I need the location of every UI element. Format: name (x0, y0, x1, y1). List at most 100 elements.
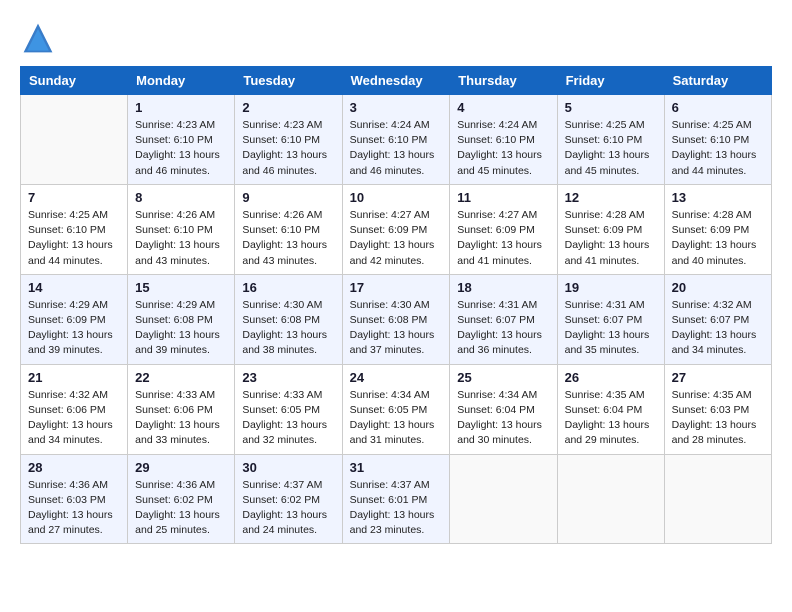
day-number: 4 (457, 100, 549, 115)
calendar-cell: 24 Sunrise: 4:34 AMSunset: 6:05 PMDayligh… (342, 364, 450, 454)
calendar-cell: 10 Sunrise: 4:27 AMSunset: 6:09 PMDayligh… (342, 184, 450, 274)
day-number: 1 (135, 100, 227, 115)
calendar-cell: 19 Sunrise: 4:31 AMSunset: 6:07 PMDayligh… (557, 274, 664, 364)
day-info: Sunrise: 4:27 AMSunset: 6:09 PMDaylight:… (350, 208, 443, 269)
day-number: 11 (457, 190, 549, 205)
day-number: 29 (135, 460, 227, 475)
calendar-cell (557, 454, 664, 544)
day-number: 15 (135, 280, 227, 295)
calendar-cell: 22 Sunrise: 4:33 AMSunset: 6:06 PMDayligh… (128, 364, 235, 454)
calendar-table: SundayMondayTuesdayWednesdayThursdayFrid… (20, 66, 772, 544)
calendar-cell: 2Sunrise: 4:23 AMSunset: 6:10 PMDaylight… (235, 95, 342, 185)
day-info: Sunrise: 4:33 AMSunset: 6:05 PMDaylight:… (242, 388, 334, 449)
day-info: Sunrise: 4:32 AMSunset: 6:07 PMDaylight:… (672, 298, 764, 359)
calendar-cell: 14 Sunrise: 4:29 AMSunset: 6:09 PMDayligh… (21, 274, 128, 364)
calendar-week-row: 1Sunrise: 4:23 AMSunset: 6:10 PMDaylight… (21, 95, 772, 185)
day-info: Sunrise: 4:24 AMSunset: 6:10 PMDaylight:… (457, 118, 549, 179)
day-info: Sunrise: 4:34 AMSunset: 6:05 PMDaylight:… (350, 388, 443, 449)
day-info: Sunrise: 4:29 AMSunset: 6:09 PMDaylight:… (28, 298, 120, 359)
day-info: Sunrise: 4:32 AMSunset: 6:06 PMDaylight:… (28, 388, 120, 449)
calendar-week-row: 21 Sunrise: 4:32 AMSunset: 6:06 PMDayligh… (21, 364, 772, 454)
day-number: 6 (672, 100, 764, 115)
calendar-cell (664, 454, 771, 544)
day-number: 5 (565, 100, 657, 115)
day-info: Sunrise: 4:25 AMSunset: 6:10 PMDaylight:… (28, 208, 120, 269)
calendar-cell: 1Sunrise: 4:23 AMSunset: 6:10 PMDaylight… (128, 95, 235, 185)
column-header-sunday: Sunday (21, 67, 128, 95)
calendar-cell: 16Sunrise: 4:30 AMSunset: 6:08 PMDayligh… (235, 274, 342, 364)
day-number: 3 (350, 100, 443, 115)
calendar-cell: 25 Sunrise: 4:34 AMSunset: 6:04 PMDayligh… (450, 364, 557, 454)
day-number: 2 (242, 100, 334, 115)
day-info: Sunrise: 4:35 AMSunset: 6:04 PMDaylight:… (565, 388, 657, 449)
calendar-cell: 11 Sunrise: 4:27 AMSunset: 6:09 PMDayligh… (450, 184, 557, 274)
day-info: Sunrise: 4:30 AMSunset: 6:08 PMDaylight:… (350, 298, 443, 359)
calendar-cell: 17 Sunrise: 4:30 AMSunset: 6:08 PMDayligh… (342, 274, 450, 364)
day-number: 13 (672, 190, 764, 205)
day-number: 30 (242, 460, 334, 475)
day-number: 19 (565, 280, 657, 295)
calendar-cell: 26 Sunrise: 4:35 AMSunset: 6:04 PMDayligh… (557, 364, 664, 454)
day-info: Sunrise: 4:28 AMSunset: 6:09 PMDaylight:… (565, 208, 657, 269)
day-number: 7 (28, 190, 120, 205)
day-number: 25 (457, 370, 549, 385)
column-header-tuesday: Tuesday (235, 67, 342, 95)
calendar-header-row: SundayMondayTuesdayWednesdayThursdayFrid… (21, 67, 772, 95)
calendar-cell: 12 Sunrise: 4:28 AMSunset: 6:09 PMDayligh… (557, 184, 664, 274)
calendar-cell: 4 Sunrise: 4:24 AMSunset: 6:10 PMDaylight… (450, 95, 557, 185)
calendar-cell: 3 Sunrise: 4:24 AMSunset: 6:10 PMDaylight… (342, 95, 450, 185)
column-header-thursday: Thursday (450, 67, 557, 95)
day-number: 27 (672, 370, 764, 385)
day-number: 21 (28, 370, 120, 385)
day-number: 16 (242, 280, 334, 295)
calendar-week-row: 7 Sunrise: 4:25 AMSunset: 6:10 PMDaylight… (21, 184, 772, 274)
day-number: 28 (28, 460, 120, 475)
column-header-saturday: Saturday (664, 67, 771, 95)
calendar-cell: 29 Sunrise: 4:36 AMSunset: 6:02 PMDayligh… (128, 454, 235, 544)
calendar-cell: 13Sunrise: 4:28 AMSunset: 6:09 PMDayligh… (664, 184, 771, 274)
day-info: Sunrise: 4:26 AMSunset: 6:10 PMDaylight:… (242, 208, 334, 269)
day-number: 10 (350, 190, 443, 205)
day-number: 26 (565, 370, 657, 385)
day-number: 17 (350, 280, 443, 295)
day-info: Sunrise: 4:25 AMSunset: 6:10 PMDaylight:… (565, 118, 657, 179)
day-info: Sunrise: 4:27 AMSunset: 6:09 PMDaylight:… (457, 208, 549, 269)
day-number: 18 (457, 280, 549, 295)
day-info: Sunrise: 4:34 AMSunset: 6:04 PMDaylight:… (457, 388, 549, 449)
calendar-cell: 23 Sunrise: 4:33 AMSunset: 6:05 PMDayligh… (235, 364, 342, 454)
calendar-cell: 27 Sunrise: 4:35 AMSunset: 6:03 PMDayligh… (664, 364, 771, 454)
calendar-cell: 15 Sunrise: 4:29 AMSunset: 6:08 PMDayligh… (128, 274, 235, 364)
day-info: Sunrise: 4:26 AMSunset: 6:10 PMDaylight:… (135, 208, 227, 269)
calendar-cell: 30Sunrise: 4:37 AMSunset: 6:02 PMDayligh… (235, 454, 342, 544)
column-header-wednesday: Wednesday (342, 67, 450, 95)
calendar-cell: 5 Sunrise: 4:25 AMSunset: 6:10 PMDaylight… (557, 95, 664, 185)
day-info: Sunrise: 4:24 AMSunset: 6:10 PMDaylight:… (350, 118, 443, 179)
column-header-monday: Monday (128, 67, 235, 95)
day-number: 12 (565, 190, 657, 205)
day-number: 31 (350, 460, 443, 475)
day-number: 22 (135, 370, 227, 385)
calendar-cell: 8 Sunrise: 4:26 AMSunset: 6:10 PMDaylight… (128, 184, 235, 274)
calendar-cell: 6Sunrise: 4:25 AMSunset: 6:10 PMDaylight… (664, 95, 771, 185)
calendar-week-row: 28Sunrise: 4:36 AMSunset: 6:03 PMDayligh… (21, 454, 772, 544)
day-number: 14 (28, 280, 120, 295)
day-info: Sunrise: 4:29 AMSunset: 6:08 PMDaylight:… (135, 298, 227, 359)
day-info: Sunrise: 4:37 AMSunset: 6:01 PMDaylight:… (350, 478, 443, 539)
day-number: 23 (242, 370, 334, 385)
day-number: 8 (135, 190, 227, 205)
calendar-cell (21, 95, 128, 185)
calendar-cell: 7 Sunrise: 4:25 AMSunset: 6:10 PMDaylight… (21, 184, 128, 274)
day-info: Sunrise: 4:33 AMSunset: 6:06 PMDaylight:… (135, 388, 227, 449)
logo-icon (20, 20, 56, 56)
day-number: 20 (672, 280, 764, 295)
column-header-friday: Friday (557, 67, 664, 95)
day-number: 24 (350, 370, 443, 385)
day-info: Sunrise: 4:31 AMSunset: 6:07 PMDaylight:… (565, 298, 657, 359)
day-info: Sunrise: 4:35 AMSunset: 6:03 PMDaylight:… (672, 388, 764, 449)
day-number: 9 (242, 190, 334, 205)
day-info: Sunrise: 4:36 AMSunset: 6:02 PMDaylight:… (135, 478, 227, 539)
day-info: Sunrise: 4:31 AMSunset: 6:07 PMDaylight:… (457, 298, 549, 359)
page-header (20, 20, 772, 56)
calendar-cell: 21 Sunrise: 4:32 AMSunset: 6:06 PMDayligh… (21, 364, 128, 454)
logo (20, 20, 62, 56)
